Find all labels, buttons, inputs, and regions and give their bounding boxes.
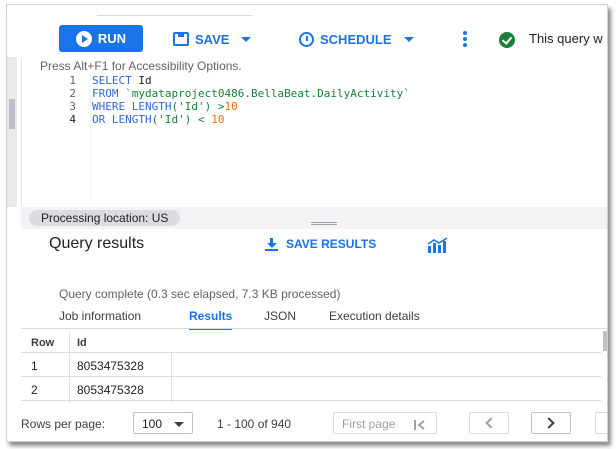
previous-page-button[interactable] — [469, 412, 509, 434]
query-toolbar: RUN SAVE SCHEDULE This query w — [7, 5, 607, 57]
code-line[interactable]: WHERE LENGTH('Id') >10 — [92, 100, 410, 113]
results-table: Row Id 1 8053475328 2 8053475328 — [21, 331, 601, 403]
next-page-button[interactable] — [531, 412, 571, 434]
rows-per-page-select[interactable]: 100 — [133, 412, 193, 434]
code-line[interactable]: SELECT Id — [92, 74, 410, 87]
chevron-down-icon — [174, 422, 184, 427]
bigquery-editor-window: RUN SAVE SCHEDULE This query w Press Alt… — [6, 4, 608, 442]
tabs-divider — [21, 328, 607, 329]
schedule-button[interactable]: SCHEDULE — [299, 29, 414, 49]
run-button[interactable]: RUN — [59, 25, 143, 52]
save-label: SAVE — [195, 31, 230, 47]
results-scrollbar[interactable] — [603, 331, 607, 351]
validation-status: This query w — [529, 31, 603, 46]
tab-json[interactable]: JSON — [264, 309, 296, 329]
code-line[interactable]: FROM `mydataproject0486.BellaBeat.DailyA… — [92, 87, 410, 100]
save-results-label: SAVE RESULTS — [286, 237, 377, 251]
gutter-divider — [90, 72, 91, 202]
run-label: RUN — [97, 31, 127, 46]
first-page-icon — [414, 420, 425, 430]
download-icon — [265, 237, 278, 251]
row-number: 2 — [31, 383, 38, 397]
schedule-label: SCHEDULE — [320, 31, 392, 47]
tab-execution-details[interactable]: Execution details — [329, 309, 420, 329]
more-options-icon[interactable] — [463, 31, 467, 47]
chevron-right-icon — [543, 417, 555, 429]
save-icon — [173, 32, 189, 46]
table-row[interactable]: 2 8053475328 — [21, 377, 601, 401]
line-number: 4 — [69, 113, 76, 126]
save-results-button[interactable]: SAVE RESULTS — [265, 237, 376, 251]
results-tabs: Job information Results JSON Execution d… — [21, 305, 607, 330]
sql-editor[interactable]: Press Alt+F1 for Accessibility Options. … — [21, 57, 607, 207]
page-range-text: 1 - 100 of 940 — [217, 417, 292, 431]
cell-id[interactable]: 8053475328 — [77, 383, 144, 397]
line-number: 2 — [69, 87, 76, 100]
row-number: 1 — [31, 359, 38, 373]
cell-id[interactable]: 8053475328 — [77, 359, 144, 373]
line-number: 3 — [69, 100, 76, 113]
code-line[interactable]: OR LENGTH('Id') < 10 — [92, 113, 410, 126]
pagination-bar: Rows per page: 100 1 - 100 of 940 First … — [21, 409, 607, 439]
toolbar-divider — [97, 15, 253, 16]
save-button[interactable]: SAVE — [173, 29, 252, 49]
table-header: Row Id — [21, 331, 601, 353]
column-header-row: Row — [31, 337, 55, 349]
line-number: 1 — [69, 74, 76, 87]
accessibility-hint: Press Alt+F1 for Accessibility Options. — [40, 59, 242, 73]
chevron-down-icon — [403, 36, 414, 42]
scroll-thumb[interactable] — [9, 99, 15, 129]
editor-left-scrollbar[interactable] — [7, 57, 17, 207]
line-number-gutter: 1 2 3 4 — [36, 74, 76, 126]
rows-per-page-value: 100 — [142, 417, 163, 431]
resize-handle[interactable] — [311, 222, 337, 225]
check-circle-icon — [499, 32, 515, 48]
last-page-button[interactable] — [595, 412, 607, 434]
first-page-label: First page — [342, 417, 396, 431]
tab-results[interactable]: Results — [189, 309, 233, 330]
first-page-button[interactable]: First page — [333, 412, 437, 434]
rows-per-page-label: Rows per page: — [21, 417, 106, 431]
column-header-id[interactable]: Id — [77, 337, 87, 349]
explore-data-icon[interactable] — [427, 237, 449, 253]
query-results-title: Query results — [49, 235, 145, 252]
tab-job-information[interactable]: Job information — [59, 309, 141, 329]
chevron-down-icon — [241, 36, 252, 42]
chevron-left-icon — [485, 417, 497, 429]
table-row[interactable]: 1 8053475328 — [21, 353, 601, 377]
processing-location-chip: Processing location: US — [29, 210, 181, 226]
query-complete-status: Query complete (0.3 sec elapsed, 7.3 KB … — [59, 287, 341, 301]
clock-icon — [299, 31, 314, 47]
code-lines[interactable]: SELECT Id FROM `mydataproject0486.BellaB… — [92, 74, 410, 126]
play-icon — [75, 30, 92, 47]
processing-location-bar: Processing location: US — [21, 207, 607, 229]
